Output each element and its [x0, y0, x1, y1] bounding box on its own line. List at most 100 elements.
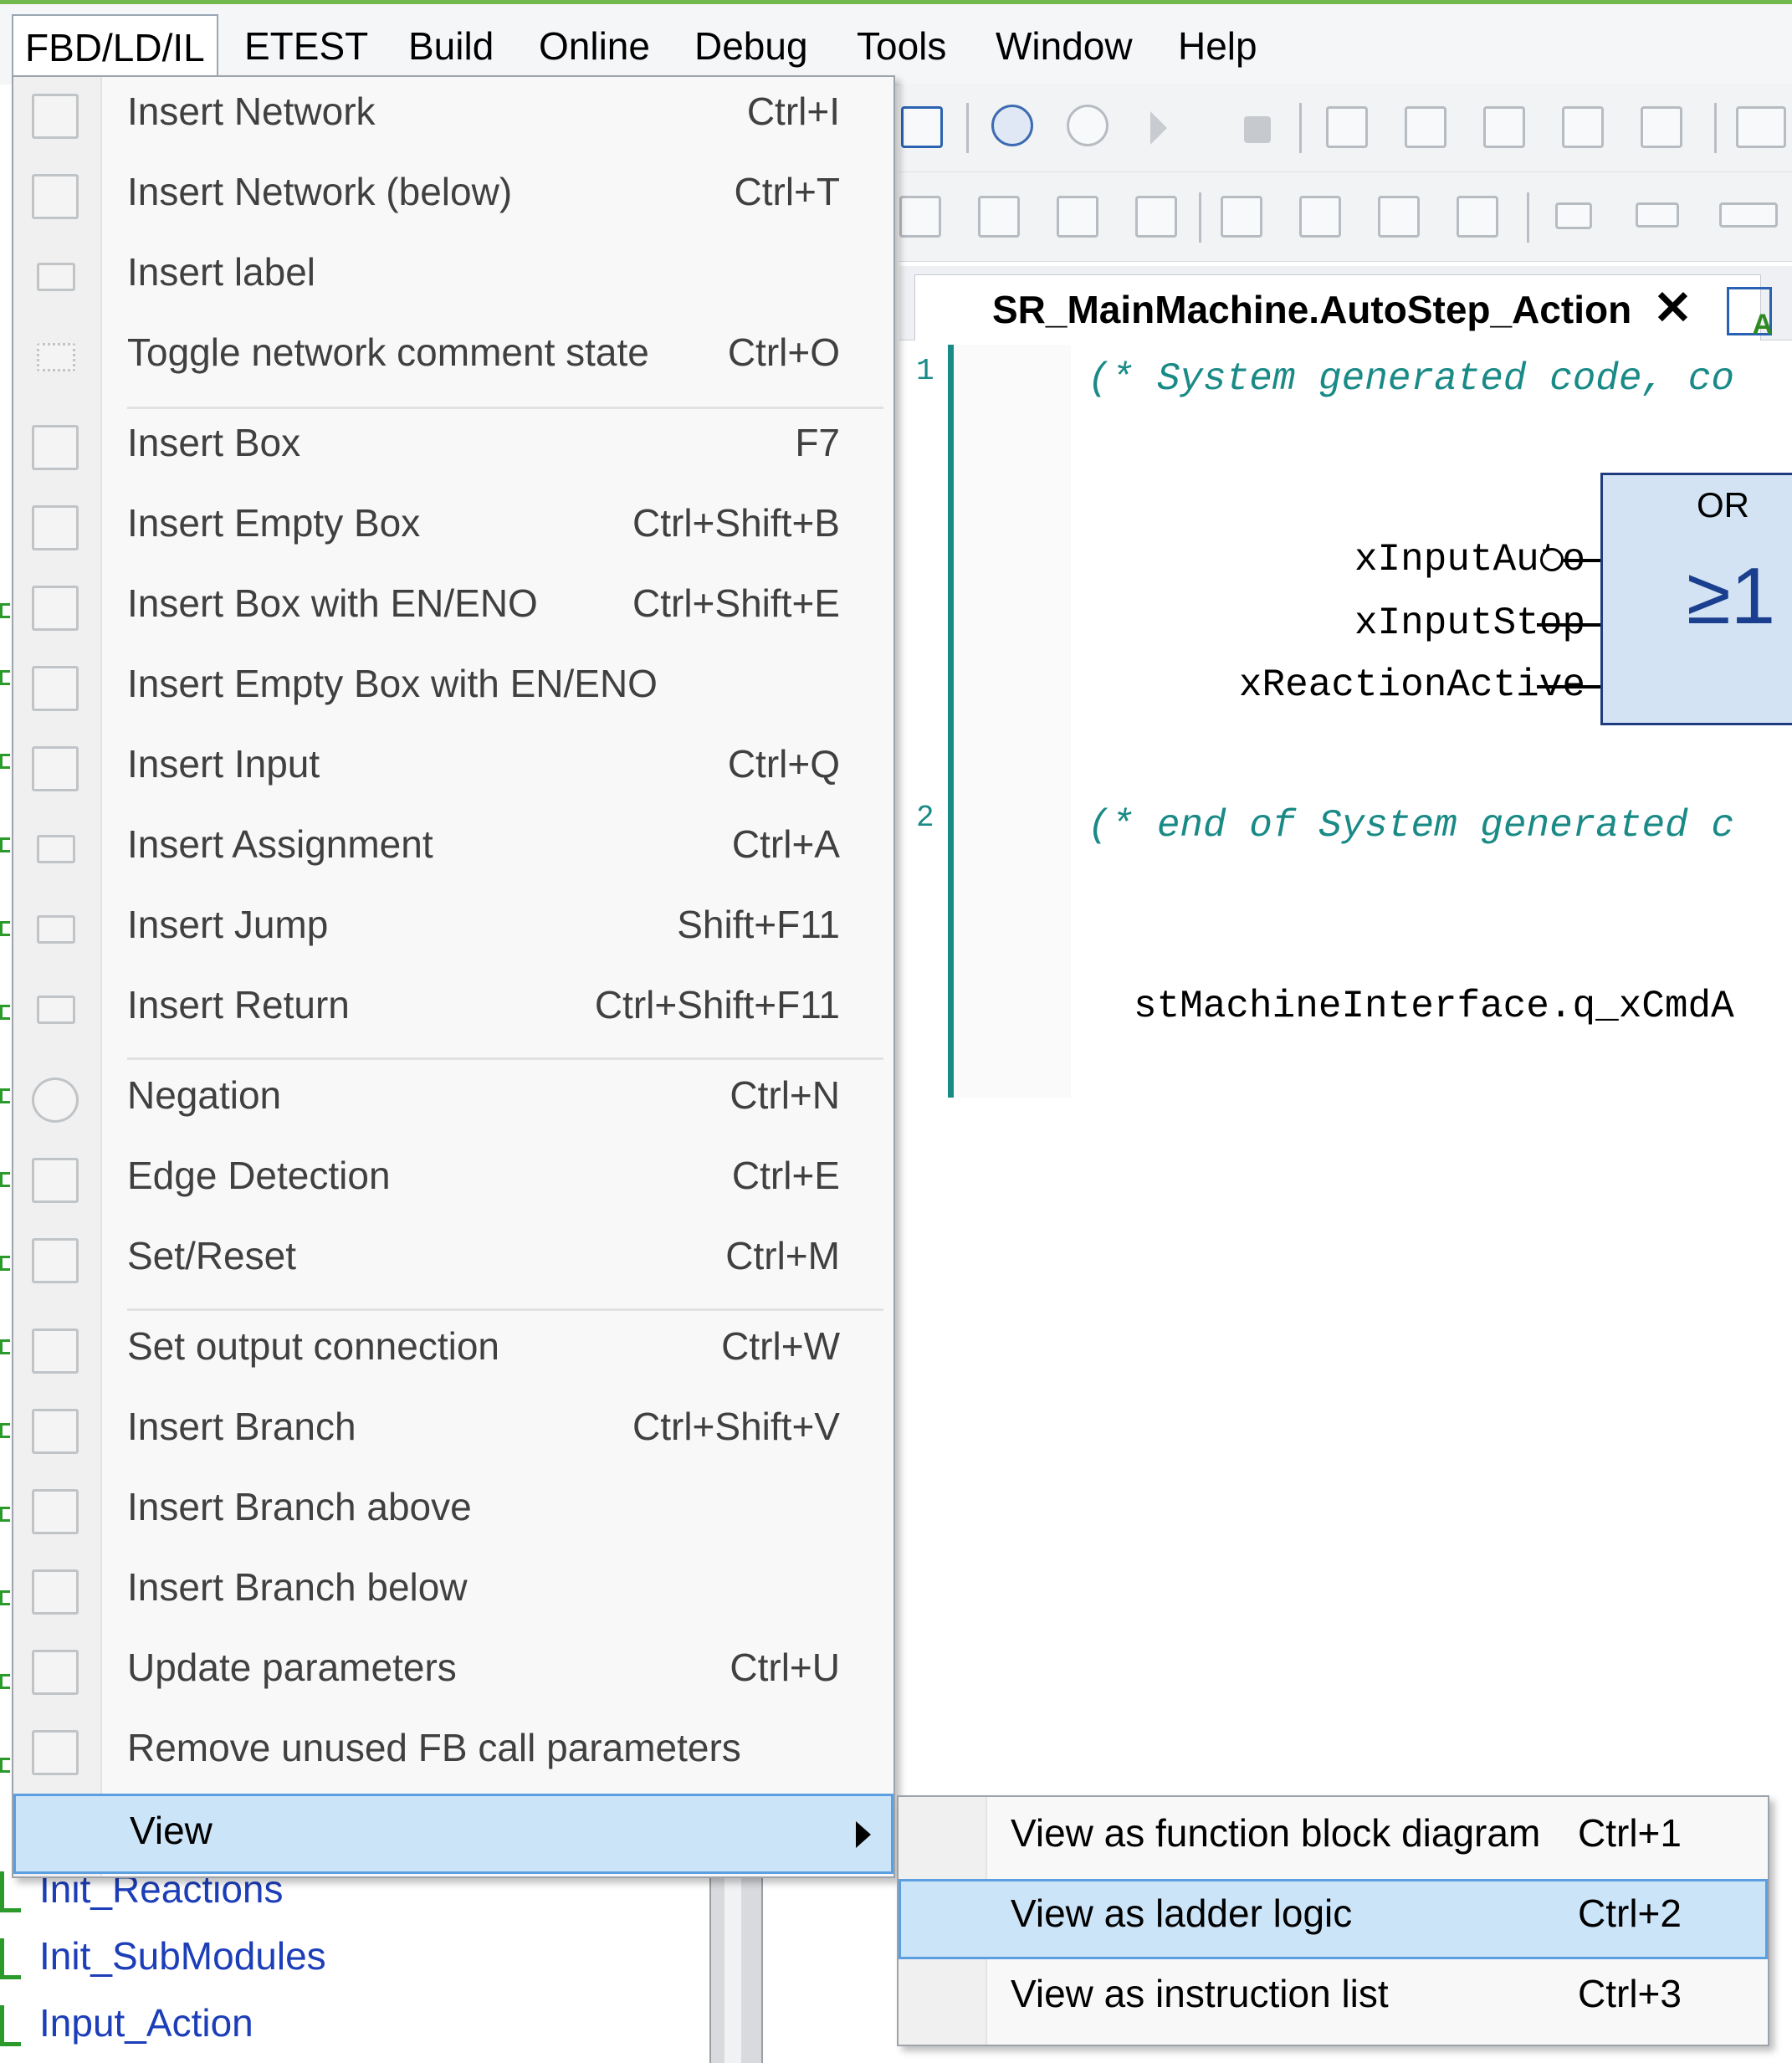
menu-item-set-output-connection[interactable]: Set output connection Ctrl+W	[13, 1312, 893, 1392]
negation-marker[interactable]	[1540, 548, 1564, 571]
menu-item-set-reset[interactable]: Set/Reset Ctrl+M	[13, 1221, 893, 1302]
editor-tab-strip: SR_MainMachine.AutoStep_Action ✕ A	[899, 266, 1792, 340]
menu-item-toggle-comment[interactable]: Toggle network comment state Ctrl+O	[13, 318, 893, 398]
menu-item-shortcut: Ctrl+E	[731, 1154, 840, 1197]
menu-etest[interactable]: ETEST	[233, 14, 380, 78]
output-connection-icon	[32, 1328, 79, 1374]
menu-item-insert-box[interactable]: Insert Box F7	[13, 408, 893, 489]
network-gutter	[954, 345, 1071, 1098]
tree-item-input-action[interactable]: Input_Action	[0, 2000, 253, 2054]
step-into-icon[interactable]	[1405, 106, 1446, 148]
menu-item-insert-network-below[interactable]: Insert Network (below) Ctrl+T	[13, 157, 893, 238]
insert-jump-icon[interactable]	[1555, 202, 1592, 229]
menu-item-shortcut: Ctrl+O	[727, 330, 840, 374]
submenu-item-view-il[interactable]: View as instruction list Ctrl+3	[899, 1959, 1768, 2040]
step-out-icon[interactable]	[1483, 106, 1525, 148]
menu-item-shortcut: Ctrl+A	[731, 822, 840, 866]
menu-item-shortcut: Ctrl+W	[721, 1324, 840, 1368]
menu-item-insert-return[interactable]: Insert Return Ctrl+Shift+F11	[13, 970, 893, 1051]
insert-input-icon[interactable]	[1378, 196, 1420, 238]
menu-item-update-parameters[interactable]: Update parameters Ctrl+U	[13, 1633, 893, 1713]
network-comment[interactable]: (* end of System generated c	[1088, 804, 1734, 847]
or-function-box[interactable]: OR ≥1	[1600, 473, 1792, 725]
menu-item-shortcut: Ctrl+Q	[727, 742, 840, 786]
menu-item-shortcut: Ctrl+T	[734, 170, 841, 213]
label-icon	[37, 263, 75, 291]
insert-label-icon[interactable]	[1636, 202, 1679, 228]
toolbar-more-icon[interactable]	[1736, 106, 1786, 148]
editor-tab-title: SR_MainMachine.AutoStep_Action	[992, 288, 1632, 331]
close-icon[interactable]: ✕	[1653, 280, 1692, 335]
menu-item-insert-assignment[interactable]: Insert Assignment Ctrl+A	[13, 810, 893, 890]
menu-item-shortcut: Ctrl+Shift+V	[632, 1405, 840, 1448]
menu-item-remove-unused-fb-params[interactable]: Remove unused FB call parameters	[13, 1713, 893, 1794]
insert-box-icon[interactable]	[1057, 196, 1098, 238]
menu-item-view[interactable]: View	[13, 1794, 893, 1874]
insert-return-icon[interactable]	[1719, 202, 1778, 228]
menu-fbd-ld-il[interactable]: FBD/LD/IL	[12, 14, 218, 84]
network-comment[interactable]: (* System generated code, co	[1088, 357, 1734, 401]
menu-tools[interactable]: Tools	[845, 14, 958, 78]
menu-item-insert-label[interactable]: Insert label	[13, 238, 893, 318]
menu-item-label: Insert Input	[127, 742, 320, 786]
set-reset-icon	[32, 1238, 79, 1283]
jump-icon	[37, 915, 75, 944]
menu-online[interactable]: Online	[527, 14, 662, 78]
insert-empty-box-en-icon[interactable]	[1299, 196, 1341, 238]
menu-window[interactable]: Window	[984, 14, 1144, 78]
generate-icon[interactable]	[901, 106, 943, 148]
menu-build[interactable]: Build	[397, 14, 505, 78]
menu-help[interactable]: Help	[1166, 14, 1269, 78]
insert-empty-box-icon[interactable]	[1135, 196, 1177, 238]
menu-item-insert-input[interactable]: Insert Input Ctrl+Q	[13, 729, 893, 810]
set-next-statement-icon[interactable]	[1641, 106, 1682, 148]
menu-item-shortcut: Ctrl+M	[725, 1234, 840, 1277]
pane-splitter[interactable]	[709, 1866, 763, 2063]
menu-item-label: Insert Branch	[127, 1405, 356, 1448]
branch-below-icon	[32, 1569, 79, 1615]
insert-network-icon[interactable]	[899, 196, 941, 238]
ladder-editor-icon[interactable]: A	[1727, 287, 1773, 340]
insert-box-en-icon[interactable]	[1221, 196, 1262, 238]
menu-item-shortcut: Ctrl+U	[730, 1646, 840, 1689]
insert-network-below-icon[interactable]	[978, 196, 1020, 238]
submenu-item-view-fbd[interactable]: View as function block diagram Ctrl+1	[899, 1799, 1768, 1879]
menu-item-edge-detection[interactable]: Edge Detection Ctrl+E	[13, 1141, 893, 1221]
menu-item-insert-network[interactable]: Insert Network Ctrl+I	[13, 77, 893, 157]
menu-item-insert-empty-box[interactable]: Insert Empty Box Ctrl+Shift+B	[13, 489, 893, 569]
input-variable[interactable]: xInputStop	[1150, 601, 1585, 645]
stop-icon[interactable]	[1244, 116, 1271, 143]
menu-item-insert-box-en-eno[interactable]: Insert Box with EN/ENO Ctrl+Shift+E	[13, 569, 893, 649]
login-icon[interactable]	[991, 105, 1033, 146]
editor-tab[interactable]: SR_MainMachine.AutoStep_Action ✕ A	[914, 274, 1773, 340]
menu-item-insert-jump[interactable]: Insert Jump Shift+F11	[13, 890, 893, 970]
menu-item-insert-branch[interactable]: Insert Branch Ctrl+Shift+V	[13, 1392, 893, 1472]
output-assignment[interactable]: stMachineInterface.q_xCmdA	[1134, 985, 1734, 1028]
insert-assignment-icon[interactable]	[1457, 196, 1498, 238]
network-number: 2	[916, 801, 934, 835]
step-over-icon[interactable]	[1326, 106, 1368, 148]
tree-node-marker	[0, 670, 10, 685]
menu-item-label: Edge Detection	[127, 1154, 391, 1197]
menu-item-insert-empty-box-en-eno[interactable]: Insert Empty Box with EN/ENO	[13, 649, 893, 729]
toolbar-top	[899, 84, 1792, 172]
input-variable[interactable]: xInputAuto	[1150, 538, 1585, 581]
menu-item-negation[interactable]: Negation Ctrl+N	[13, 1061, 893, 1141]
logout-icon[interactable]	[1067, 105, 1108, 146]
tree-item-init-submodules[interactable]: Init_SubModules	[0, 1933, 326, 1987]
menu-debug[interactable]: Debug	[683, 14, 820, 78]
menu-item-label: Set/Reset	[127, 1234, 296, 1277]
menu-item-insert-branch-above[interactable]: Insert Branch above	[13, 1472, 893, 1553]
menu-item-insert-branch-below[interactable]: Insert Branch below	[13, 1553, 893, 1633]
tree-node-marker	[0, 1339, 10, 1354]
tree-node-marker	[0, 754, 10, 769]
menu-item-shortcut: Ctrl+Shift+E	[632, 581, 840, 625]
toolbar-separator	[1714, 103, 1717, 153]
tree-node-marker	[0, 1005, 10, 1020]
submenu-item-view-ladder[interactable]: View as ladder logic Ctrl+2	[899, 1879, 1768, 1959]
start-icon[interactable]	[1150, 111, 1179, 145]
input-variable[interactable]: xReactionActive	[1150, 663, 1585, 707]
menu-item-label: Insert Network	[127, 90, 376, 133]
run-to-cursor-icon[interactable]	[1562, 106, 1604, 148]
toolbar-separator	[966, 103, 969, 153]
